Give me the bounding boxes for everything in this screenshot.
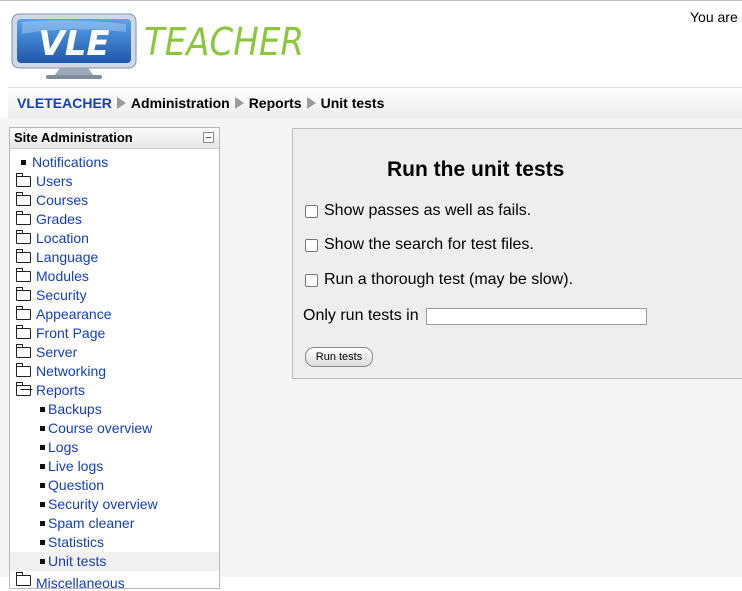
show-search-label: Show the search for test files. xyxy=(324,236,534,253)
bullet-icon xyxy=(40,502,45,507)
folder-icon xyxy=(16,325,31,339)
tree-item-users[interactable]: Users xyxy=(10,172,219,191)
tree-item-live-logs[interactable]: Live logs xyxy=(10,457,219,476)
path-input[interactable] xyxy=(425,307,647,325)
folder-icon xyxy=(16,249,31,263)
tree-item-appearance[interactable]: Appearance xyxy=(10,305,219,324)
breadcrumb-separator-icon xyxy=(116,97,126,109)
breadcrumb-current: Unit tests xyxy=(320,95,385,111)
breadcrumb: VLETEACHER Administration Reports Unit t… xyxy=(17,95,384,111)
tree-item-question[interactable]: Question xyxy=(10,476,219,495)
bullet-icon xyxy=(40,426,45,431)
bullet-icon xyxy=(40,445,45,450)
folder-icon xyxy=(16,306,31,320)
folder-icon xyxy=(16,173,31,187)
tree-item-security[interactable]: Security xyxy=(10,286,219,305)
page-heading: Run the unit tests xyxy=(387,158,565,181)
top-border xyxy=(0,0,742,1)
bullet-icon xyxy=(40,521,45,526)
folder-open-icon xyxy=(16,382,31,396)
login-info: You are l xyxy=(690,9,742,25)
path-row: Only run tests in xyxy=(303,307,647,325)
site-administration-block: Site Administration Notifications Users … xyxy=(9,127,220,591)
show-search-option[interactable]: Show the search for test files. xyxy=(305,236,534,254)
site-logo[interactable]: VLE TEACHER xyxy=(8,10,308,82)
thorough-test-label: Run a thorough test (may be slow). xyxy=(324,271,574,288)
bullet-icon xyxy=(40,483,45,488)
show-search-checkbox[interactable] xyxy=(305,238,318,252)
tree-item-unit-tests[interactable]: Unit tests xyxy=(10,552,219,571)
tree-item-notifications[interactable]: Notifications xyxy=(10,153,219,172)
tree-item-miscellaneous[interactable]: Miscellaneous xyxy=(10,571,219,591)
tree-item-security-overview[interactable]: Security overview xyxy=(10,495,219,514)
folder-icon xyxy=(16,211,31,225)
logo-text-teacher: TEACHER xyxy=(144,20,304,64)
bullet-icon xyxy=(40,464,45,469)
breadcrumb-home-link[interactable]: VLETEACHER xyxy=(17,95,112,111)
path-label: Only run tests in xyxy=(303,307,419,324)
admin-tree: Notifications Users Courses Grades Locat… xyxy=(10,153,219,591)
run-tests-button[interactable]: Run tests xyxy=(305,347,373,367)
tree-item-backups[interactable]: Backups xyxy=(10,400,219,419)
show-passes-checkbox[interactable] xyxy=(305,204,318,218)
folder-icon xyxy=(16,287,31,301)
tree-item-front-page[interactable]: Front Page xyxy=(10,324,219,343)
bullet-icon xyxy=(21,160,26,165)
tree-item-language[interactable]: Language xyxy=(10,248,219,267)
breadcrumb-reports[interactable]: Reports xyxy=(249,95,302,111)
folder-icon xyxy=(16,363,31,377)
tree-item-networking[interactable]: Networking xyxy=(10,362,219,381)
block-title: Site Administration xyxy=(14,130,133,145)
tree-item-modules[interactable]: Modules xyxy=(10,267,219,286)
bullet-icon xyxy=(40,540,45,545)
navbar: VLETEACHER Administration Reports Unit t… xyxy=(8,87,742,119)
folder-icon xyxy=(16,192,31,206)
breadcrumb-administration[interactable]: Administration xyxy=(131,95,230,111)
thorough-test-checkbox[interactable] xyxy=(305,273,318,287)
tree-item-statistics[interactable]: Statistics xyxy=(10,533,219,552)
tree-item-spam-cleaner[interactable]: Spam cleaner xyxy=(10,514,219,533)
tree-item-course-overview[interactable]: Course overview xyxy=(10,419,219,438)
tree-item-logs[interactable]: Logs xyxy=(10,438,219,457)
bullet-icon xyxy=(40,407,45,412)
show-passes-option[interactable]: Show passes as well as fails. xyxy=(305,202,531,220)
show-passes-label: Show passes as well as fails. xyxy=(324,202,532,219)
logo-text-vle: VLE xyxy=(38,24,109,64)
tree-item-server[interactable]: Server xyxy=(10,343,219,362)
unit-tests-form: Run the unit tests Show passes as well a… xyxy=(292,128,742,379)
tree-item-grades[interactable]: Grades xyxy=(10,210,219,229)
thorough-test-option[interactable]: Run a thorough test (may be slow). xyxy=(305,271,573,289)
tree-item-courses[interactable]: Courses xyxy=(10,191,219,210)
block-header: Site Administration xyxy=(10,128,219,149)
folder-icon xyxy=(16,344,31,358)
breadcrumb-separator-icon xyxy=(234,97,244,109)
folder-icon xyxy=(16,230,31,244)
folder-icon xyxy=(16,268,31,282)
bullet-icon xyxy=(40,559,45,564)
logo-image: VLE TEACHER xyxy=(11,13,304,79)
breadcrumb-separator-icon xyxy=(306,97,316,109)
collapse-icon[interactable] xyxy=(203,132,214,143)
tree-item-location[interactable]: Location xyxy=(10,229,219,248)
tree-item-reports[interactable]: Reports xyxy=(10,381,219,400)
